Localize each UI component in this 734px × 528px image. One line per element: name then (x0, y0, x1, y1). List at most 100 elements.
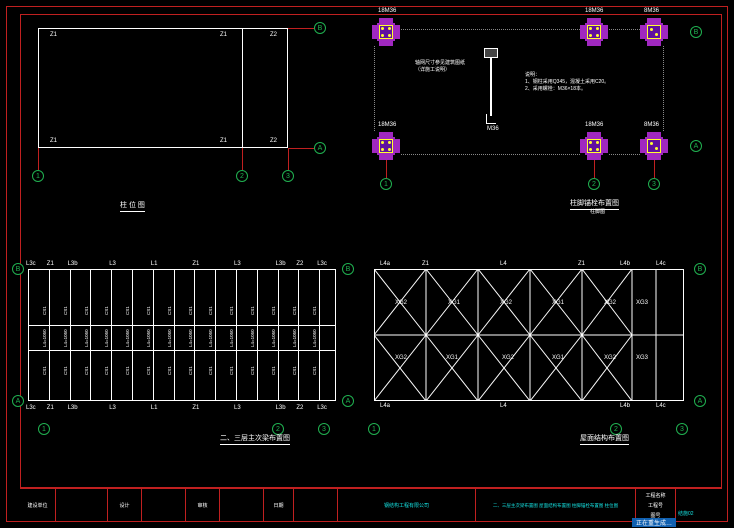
beam-label: L4c (656, 403, 666, 409)
beam-label: L4 (500, 403, 507, 409)
bolt-count-label: 18M36 (585, 8, 603, 14)
bolt-count-label: 18M36 (378, 8, 396, 14)
beam-label: L4=1050 (229, 329, 234, 347)
status-tag: 正在重生成… (632, 518, 676, 527)
beam-label: L4=1050 (188, 329, 193, 347)
brace-label: XG2 (395, 355, 407, 361)
grid-bubble-1: 1 (368, 423, 380, 435)
beam-label: L4=1050 (63, 329, 68, 347)
col-label: Z1 (220, 32, 227, 38)
tb-date-lbl: 日期 (273, 502, 283, 509)
beam-label: L4=1050 (292, 329, 297, 347)
col-label: Z1 (220, 138, 227, 144)
bolt-count-label: 8M36 (644, 122, 659, 128)
brace-label: XG3 (636, 355, 648, 361)
grid-bubble-3: 3 (648, 178, 660, 190)
beam-label: L3c (26, 261, 36, 267)
grid-bubble-A: A (314, 142, 326, 154)
col-label: Z1 (50, 138, 57, 144)
beam-label: L3b (68, 261, 78, 267)
beam-label: L4b (620, 261, 630, 267)
beam-label: L3 (234, 405, 241, 411)
note-text: 轴网尺寸参见建筑图纸（详施工说明） (415, 60, 485, 74)
tb-no-lbl: 工程号 (648, 502, 663, 509)
beam-label: Z1 (47, 261, 54, 267)
beam-label: L4=1050 (104, 329, 109, 347)
beam-label: Z1 (192, 261, 199, 267)
grid-bubble-3: 3 (676, 423, 688, 435)
beam-label: CS1 (229, 306, 234, 315)
beam-label: L4a (380, 403, 390, 409)
grid-bubble-A: A (12, 395, 24, 407)
grid-bubble-A: A (690, 140, 702, 152)
brace-label: XG1 (448, 300, 460, 306)
anchor-node (580, 132, 608, 160)
beam-label: CS1 (312, 366, 317, 375)
beam-label: CS1 (250, 366, 255, 375)
tb-drawing-titles: 二、三层主次梁布置图 屋面结构布置图 柱脚锚栓布置图 柱位图 (493, 503, 618, 509)
anchor-spec: M36 (487, 126, 499, 132)
beam-label: CS1 (104, 306, 109, 315)
beam-label: L4=1050 (42, 329, 47, 347)
tb-check-lbl: 审核 (197, 502, 207, 509)
brace-label: XG2 (604, 355, 616, 361)
tb-sheet-no: 结施02 (678, 510, 694, 517)
beam-label: CS1 (271, 306, 276, 315)
bracing-lines (374, 269, 684, 401)
bolt-count-label: 18M36 (378, 122, 396, 128)
grid-bubble-A: A (694, 395, 706, 407)
beam-label: Z1 (192, 405, 199, 411)
grid-bubble-2: 2 (236, 170, 248, 182)
beam-label: CS1 (271, 366, 276, 375)
beam-label: CS1 (42, 366, 47, 375)
beam-label: CS1 (104, 366, 109, 375)
brace-label: XG1 (552, 300, 564, 306)
grid-bubble-3: 3 (282, 170, 294, 182)
anchor-node (640, 18, 668, 46)
grid-bubble-2: 2 (588, 178, 600, 190)
beam-label: CS1 (146, 306, 151, 315)
beam-label: L3c (317, 405, 327, 411)
beam-label: CS1 (208, 306, 213, 315)
brace-label: XG1 (446, 355, 458, 361)
beam-label: CS1 (229, 366, 234, 375)
beam-label: CS1 (84, 306, 89, 315)
beam-label: L3b (68, 405, 78, 411)
brace-label: XG3 (636, 300, 648, 306)
beam-label: L4c (656, 261, 666, 267)
beam-label: CS1 (312, 306, 317, 315)
beam-label: CS1 (208, 366, 213, 375)
grid-bubble-B: B (314, 22, 326, 34)
brace-label: XG2 (500, 300, 512, 306)
beam-label: L4=1050 (208, 329, 213, 347)
caption-column-plan: 柱 位 图 (120, 200, 145, 212)
anchor-node (580, 18, 608, 46)
anchor-node (372, 18, 400, 46)
title-block: 建设单位 设计 审核 日期 钢结构工程有限公司 二、三层主次梁布置图 屋面结构布… (20, 488, 722, 522)
grid-bubble-1: 1 (38, 423, 50, 435)
beam-label: CS1 (42, 306, 47, 315)
beam-label: Z1 (47, 405, 54, 411)
beam-label: L4=1050 (167, 329, 172, 347)
beam-label: CS1 (292, 306, 297, 315)
bolt-count-label: 18M36 (585, 122, 603, 128)
caption-roof-plan: 屋面结构布置图 (580, 433, 629, 445)
grid-bubble-B: B (12, 263, 24, 275)
notes-block: 说明： 1、钢柱采用Q345，混凝土采用C20。 2、采用螺栓：M36×18本。 (525, 72, 609, 93)
brace-label: XG2 (395, 300, 407, 306)
beam-label: L4b (620, 403, 630, 409)
beam-label: L3b (276, 405, 286, 411)
bolt-count-label: 8M36 (644, 8, 659, 14)
caption-floor-plan: 二、三层主次梁布置图 (220, 433, 290, 445)
tb-design-lbl: 设计 (119, 502, 129, 509)
brace-label: XG1 (552, 355, 564, 361)
anchor-node (640, 132, 668, 160)
beam-label: L3c (26, 405, 36, 411)
beam-label: CS1 (250, 306, 255, 315)
col-label: Z1 (50, 32, 57, 38)
beam-label: L4=1050 (271, 329, 276, 347)
col-label: Z1 (422, 261, 429, 267)
col-label: Z2 (270, 32, 277, 38)
beam-label: Z2 (296, 405, 303, 411)
plan-outline (38, 28, 288, 148)
